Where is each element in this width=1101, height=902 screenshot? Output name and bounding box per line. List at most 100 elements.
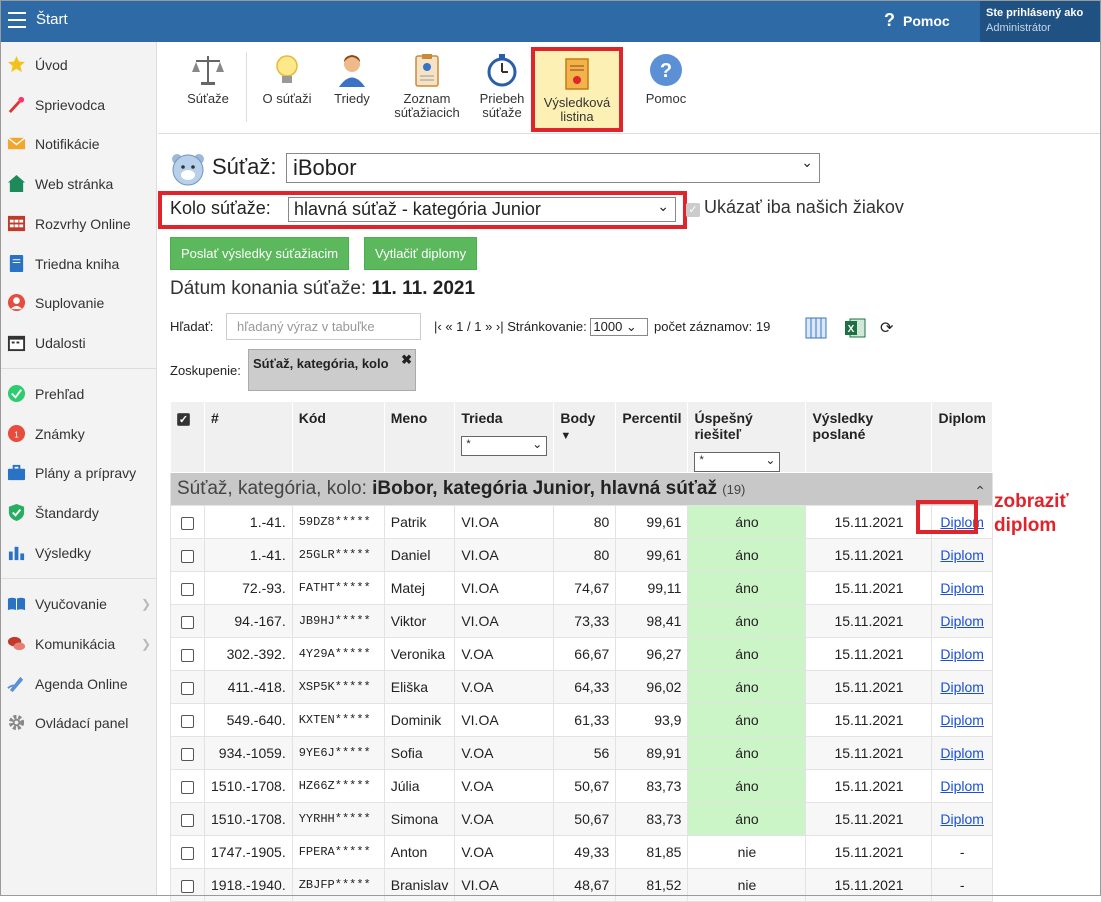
sidebar-item-uvod[interactable]: Úvod	[0, 52, 157, 78]
diploma-link[interactable]: Diplom	[940, 745, 984, 761]
row-select[interactable]	[170, 868, 205, 902]
toolbar-vysledkova-listina[interactable]: Výsledková listina	[531, 47, 623, 132]
search-input[interactable]: hľadaný výraz v tabuľke	[226, 313, 421, 340]
sidebar-item-suplovanie[interactable]: Suplovanie	[0, 290, 157, 316]
sidebar-item-znamky[interactable]: 1 Známky	[0, 421, 157, 447]
col-class[interactable]: Trieda * ⌄	[454, 401, 555, 473]
paging-select[interactable]: 1000 ⌄	[590, 318, 649, 336]
cell-class: V.OA	[454, 802, 555, 836]
row-checkbox[interactable]	[181, 714, 194, 728]
row-checkbox[interactable]	[181, 780, 194, 794]
col-diploma[interactable]: Diplom	[931, 401, 993, 473]
col-success[interactable]: Úspešný riešiteľ * ⌄	[687, 401, 807, 473]
round-select[interactable]: hlavná súťaž - kategória Junior ⌄	[288, 197, 676, 222]
sidebar-item-web[interactable]: Web stránka	[0, 171, 157, 197]
columns-icon[interactable]	[805, 317, 827, 339]
row-select[interactable]	[170, 505, 205, 539]
diploma-link[interactable]: Diplom	[940, 580, 984, 596]
col-sent[interactable]: Výsledky poslané	[805, 401, 933, 473]
sidebar-item-rozvrhy[interactable]: Rozvrhy Online	[0, 211, 157, 237]
row-checkbox[interactable]	[181, 813, 194, 827]
app-title[interactable]: Štart	[36, 11, 68, 28]
cell-percentile: 96,27	[615, 637, 689, 671]
toolbar-pomoc[interactable]: ? Pomoc	[642, 52, 690, 106]
col-percentile[interactable]: Percentil	[615, 401, 689, 473]
cell-percentile: 96,02	[615, 670, 689, 704]
contest-select[interactable]: iBobor ⌄	[286, 153, 820, 183]
col-code[interactable]: Kód	[291, 401, 385, 473]
print-diplomas-button[interactable]: Vytlačiť diplomy	[364, 237, 478, 270]
col-points[interactable]: Body ▼	[553, 401, 617, 473]
row-select[interactable]	[170, 604, 205, 638]
cell-code: FATHT*****	[291, 571, 385, 605]
toolbar-priebeh[interactable]: Priebeh súťaže	[474, 52, 530, 120]
row-checkbox[interactable]	[181, 549, 194, 563]
table-row: 72.-93. FATHT***** Matej VI.OA 74,67 99,11 áno…	[170, 571, 993, 605]
sidebar-item-prehlad[interactable]: Prehľad	[0, 381, 157, 407]
diploma-link[interactable]: Diplom	[940, 547, 984, 563]
row-select[interactable]	[170, 835, 205, 869]
cell-rank: 94.-167.	[204, 604, 293, 638]
select-all-header[interactable]: ✓	[170, 401, 205, 473]
grouping-chip[interactable]: Súťaž, kategória, kolo ✖	[248, 349, 416, 391]
row-checkbox[interactable]	[181, 516, 194, 530]
envelope-icon	[7, 137, 26, 150]
pager: |‹ « 1 / 1 » ›| Stránkovanie: 1000 ⌄ poč…	[434, 318, 770, 336]
row-checkbox[interactable]	[181, 879, 194, 893]
diploma-link[interactable]: Diplom	[940, 778, 984, 794]
row-select[interactable]	[170, 637, 205, 671]
sidebar-item-triedna-kniha[interactable]: Triedna kniha	[0, 251, 157, 277]
collapse-icon[interactable]: ⌃	[974, 483, 986, 500]
only-ours-checkbox[interactable]: ✓ Ukázať iba našich žiakov	[686, 197, 904, 218]
row-select[interactable]	[170, 802, 205, 836]
sidebar-item-notifikacie[interactable]: Notifikácie	[0, 131, 157, 157]
row-select[interactable]	[170, 703, 205, 737]
row-checkbox[interactable]	[181, 582, 194, 596]
row-select[interactable]	[170, 736, 205, 770]
sidebar-item-ovladaci-panel[interactable]: Ovládací panel	[0, 710, 157, 736]
help-link[interactable]: ? Pomoc	[884, 10, 950, 31]
diploma-link[interactable]: Diplom	[940, 811, 984, 827]
col-rank[interactable]: #	[204, 401, 293, 473]
excel-icon[interactable]: X	[844, 317, 866, 339]
hamburger-menu-icon[interactable]	[8, 12, 26, 28]
toolbar-triedy[interactable]: Triedy	[330, 52, 374, 106]
diploma-link[interactable]: Diplom	[940, 646, 984, 662]
class-filter-select[interactable]: * ⌄	[461, 436, 548, 456]
sidebar-item-komunikacia[interactable]: Komunikácia ❯	[0, 631, 157, 657]
cell-success: nie	[687, 835, 807, 869]
sidebar-item-sprievodca[interactable]: Sprievodca	[0, 92, 157, 118]
send-results-button[interactable]: Poslať výsledky súťažiacim	[170, 237, 350, 270]
row-checkbox[interactable]	[181, 681, 194, 695]
row-select[interactable]	[170, 571, 205, 605]
row-checkbox[interactable]	[181, 648, 194, 662]
cell-success: áno	[687, 670, 807, 704]
toolbar-zoznam[interactable]: Zoznam súťažiacich	[391, 52, 463, 120]
sidebar-item-agenda[interactable]: Agenda Online	[0, 671, 157, 697]
pager-nav[interactable]: |‹ « 1 / 1 » ›|	[434, 319, 504, 334]
sidebar-item-vysledky[interactable]: Výsledky	[0, 540, 157, 566]
row-select[interactable]	[170, 538, 205, 572]
row-checkbox[interactable]	[181, 846, 194, 860]
toolbar-o-sutazi[interactable]: O súťaži	[258, 52, 316, 106]
diploma-link[interactable]: Diplom	[940, 613, 984, 629]
success-filter-select[interactable]: * ⌄	[694, 452, 781, 472]
sidebar-item-standardy[interactable]: Štandardy	[0, 500, 157, 526]
row-checkbox[interactable]	[181, 615, 194, 629]
toolbar-sutaze[interactable]: Súťaže	[180, 52, 236, 106]
row-checkbox[interactable]	[181, 747, 194, 761]
sidebar-item-plany[interactable]: Plány a prípravy	[0, 460, 157, 486]
cell-sent: 15.11.2021	[805, 637, 933, 671]
refresh-icon[interactable]: ⟳	[880, 318, 898, 337]
row-select[interactable]	[170, 670, 205, 704]
diploma-link[interactable]: Diplom	[940, 712, 984, 728]
user-panel[interactable]: Ste prihlásený ako Administrátor	[980, 0, 1101, 42]
diploma-link[interactable]: Diplom	[940, 679, 984, 695]
sidebar-item-udalosti[interactable]: Udalosti	[0, 330, 157, 356]
select-all-checkbox[interactable]: ✓	[177, 412, 190, 426]
row-select[interactable]	[170, 769, 205, 803]
col-name[interactable]: Meno	[383, 401, 456, 473]
sidebar-item-vyucovanie[interactable]: Vyučovanie ❯	[0, 591, 157, 617]
close-icon[interactable]: ✖	[401, 352, 412, 368]
grouping-chip-label: Súťaž, kategória, kolo	[253, 356, 389, 371]
